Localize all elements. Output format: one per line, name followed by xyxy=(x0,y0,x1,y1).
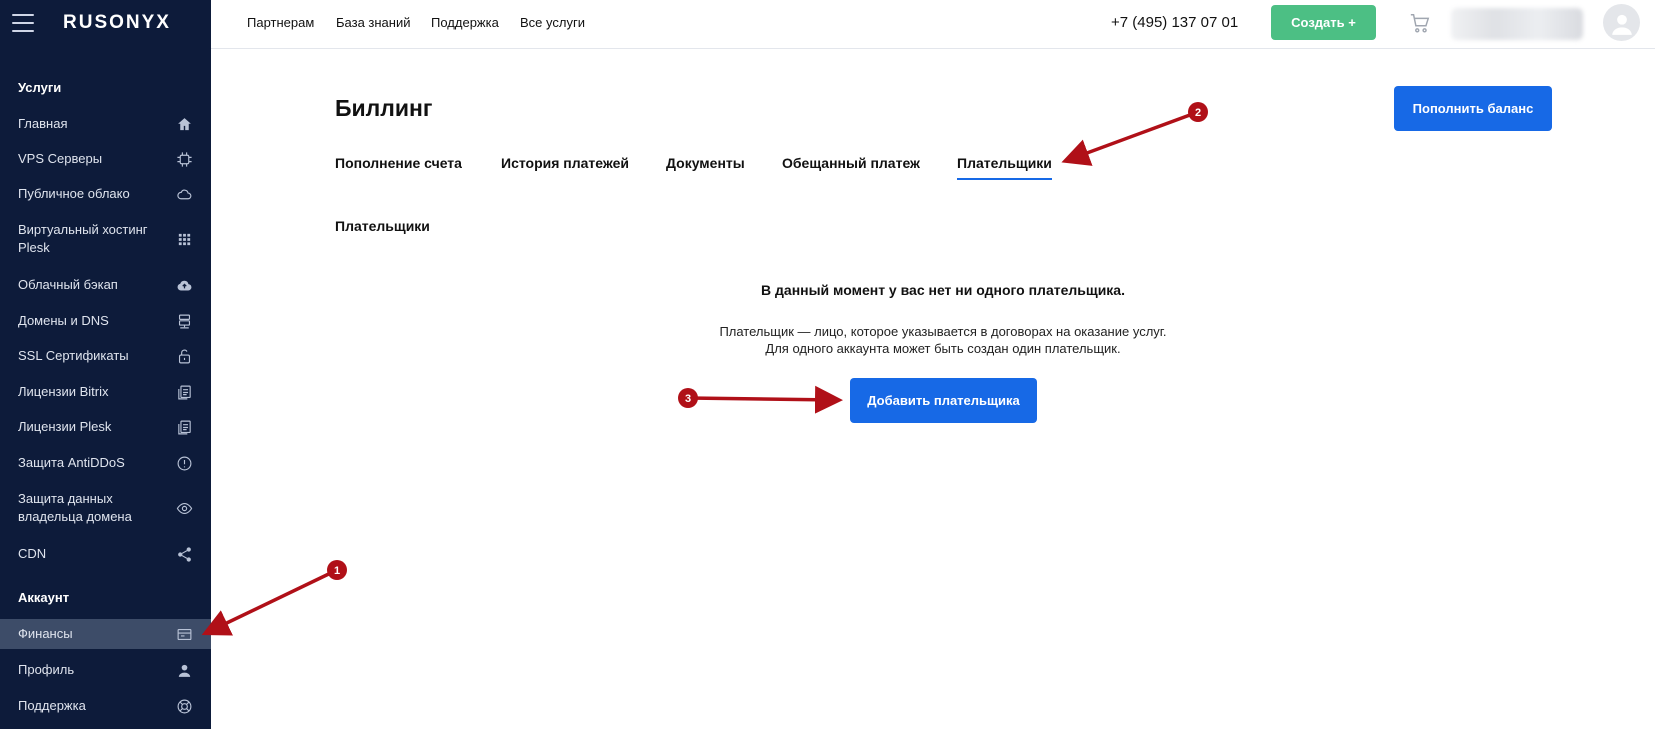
sidebar-item-label: Публичное облако xyxy=(18,186,130,201)
add-payer-button[interactable]: Добавить плательщика xyxy=(850,378,1037,423)
sidebar-item-domains[interactable]: Домены и DNS xyxy=(0,312,211,330)
sidebar-item-label: Домены и DNS xyxy=(18,313,109,328)
sidebar-item-label: Лицензии Bitrix xyxy=(18,384,109,399)
sidebar-item-label: Главная xyxy=(18,116,68,131)
tab-documents[interactable]: Документы xyxy=(666,155,745,171)
section-title: Плательщики xyxy=(335,218,430,234)
top-bar: Партнерам База знаний Поддержка Все услу… xyxy=(211,0,1655,49)
eye-icon xyxy=(175,499,193,517)
wallet-icon xyxy=(175,625,193,643)
sidebar-heading-services: Услуги xyxy=(18,80,62,95)
menu-icon[interactable] xyxy=(12,14,34,32)
license-icon xyxy=(175,383,193,401)
sidebar-item-vps[interactable]: VPS Серверы xyxy=(0,150,211,168)
annotation-badge-2: 2 xyxy=(1188,102,1208,122)
lifebuoy-icon xyxy=(175,697,193,715)
cloud-icon xyxy=(175,185,193,203)
sidebar-header: RUSONYX xyxy=(0,0,211,46)
annotation-arrow-3 xyxy=(687,385,843,414)
sidebar-item-cdn[interactable]: CDN xyxy=(0,545,211,563)
sidebar-item-finance[interactable]: Финансы xyxy=(0,619,211,649)
sidebar-item-label: Защита данных владельца домена xyxy=(18,491,132,524)
user-icon xyxy=(1611,14,1632,35)
avatar[interactable] xyxy=(1603,4,1640,41)
sidebar-heading-account: Аккаунт xyxy=(18,590,70,605)
sidebar-item-home[interactable]: Главная xyxy=(0,115,211,133)
nav-link-knowledge-base[interactable]: База знаний xyxy=(336,15,411,30)
empty-state-line-1: Плательщик — лицо, которое указывается в… xyxy=(719,324,1167,339)
annotation-arrow-2 xyxy=(1061,110,1199,166)
home-icon xyxy=(175,115,193,133)
empty-state-line-2: Для одного аккаунта может быть создан од… xyxy=(765,341,1121,356)
tab-topup[interactable]: Пополнение счета xyxy=(335,155,462,171)
phone-number[interactable]: +7 (495) 137 07 01 xyxy=(1111,14,1238,31)
sidebar-item-public-cloud[interactable]: Публичное облако xyxy=(0,185,211,203)
create-button[interactable]: Создать + xyxy=(1271,5,1376,40)
svg-text:3: 3 xyxy=(685,393,691,405)
grid-icon xyxy=(175,230,193,248)
share-icon xyxy=(175,545,193,563)
sidebar: RUSONYX Услуги Главная VPS Серверы Публи… xyxy=(0,0,211,729)
sidebar-item-whois-protection[interactable]: Защита данных владельца домена xyxy=(0,490,211,526)
nav-link-support[interactable]: Поддержка xyxy=(431,15,499,30)
tab-promised-payment[interactable]: Обещанный платеж xyxy=(782,155,920,171)
license-icon xyxy=(175,418,193,436)
lock-icon xyxy=(175,347,193,365)
sidebar-item-backup[interactable]: Облачный бэкап xyxy=(0,276,211,294)
user-icon xyxy=(175,661,193,679)
sidebar-item-hosting-plesk[interactable]: Виртуальный хостинг Plesk xyxy=(0,221,211,257)
dns-icon xyxy=(175,312,193,330)
sidebar-item-label: CDN xyxy=(18,546,47,561)
annotation-badge-1: 1 xyxy=(327,560,347,580)
nav-link-partners[interactable]: Партнерам xyxy=(247,15,314,30)
sidebar-item-profile[interactable]: Профиль xyxy=(0,661,211,679)
svg-text:1: 1 xyxy=(334,565,340,577)
tab-payers[interactable]: Плательщики xyxy=(957,155,1052,180)
user-info-blurred[interactable] xyxy=(1451,8,1583,40)
sidebar-item-label: Защита AntiDDoS xyxy=(18,455,125,470)
cloud-upload-icon xyxy=(175,276,193,294)
sidebar-item-label: Профиль xyxy=(18,662,75,677)
sidebar-item-bitrix[interactable]: Лицензии Bitrix xyxy=(0,383,211,401)
annotation-arrow-1 xyxy=(201,568,338,636)
sidebar-item-label: Облачный бэкап xyxy=(18,277,118,292)
empty-state-description: Плательщик — лицо, которое указывается в… xyxy=(511,323,1375,357)
page-title: Биллинг xyxy=(335,95,433,121)
empty-state-title: В данный момент у вас нет ни одного плат… xyxy=(761,282,1125,298)
sidebar-item-label: VPS Серверы xyxy=(18,151,103,166)
cpu-icon xyxy=(175,150,193,168)
svg-text:2: 2 xyxy=(1195,107,1201,119)
alert-circle-icon xyxy=(175,454,193,472)
logo[interactable]: RUSONYX xyxy=(63,12,171,34)
sidebar-item-label: SSL Сертификаты xyxy=(18,348,129,363)
nav-link-all-services[interactable]: Все услуги xyxy=(520,15,585,30)
tab-payment-history[interactable]: История платежей xyxy=(501,155,629,171)
sidebar-item-ssl[interactable]: SSL Сертификаты xyxy=(0,347,211,365)
sidebar-item-label: Лицензии Plesk xyxy=(18,419,112,434)
annotation-badge-3: 3 xyxy=(678,388,698,408)
sidebar-item-antiddos[interactable]: Защита AntiDDoS xyxy=(0,454,211,472)
sidebar-item-label: Поддержка xyxy=(18,698,86,713)
sidebar-item-label: Финансы xyxy=(18,626,73,641)
topup-balance-button[interactable]: Пополнить баланс xyxy=(1394,86,1552,131)
cart-icon[interactable] xyxy=(1409,12,1431,34)
sidebar-item-plesk-license[interactable]: Лицензии Plesk xyxy=(0,418,211,436)
sidebar-item-support[interactable]: Поддержка xyxy=(0,697,211,715)
sidebar-item-label: Виртуальный хостинг Plesk xyxy=(18,222,148,255)
